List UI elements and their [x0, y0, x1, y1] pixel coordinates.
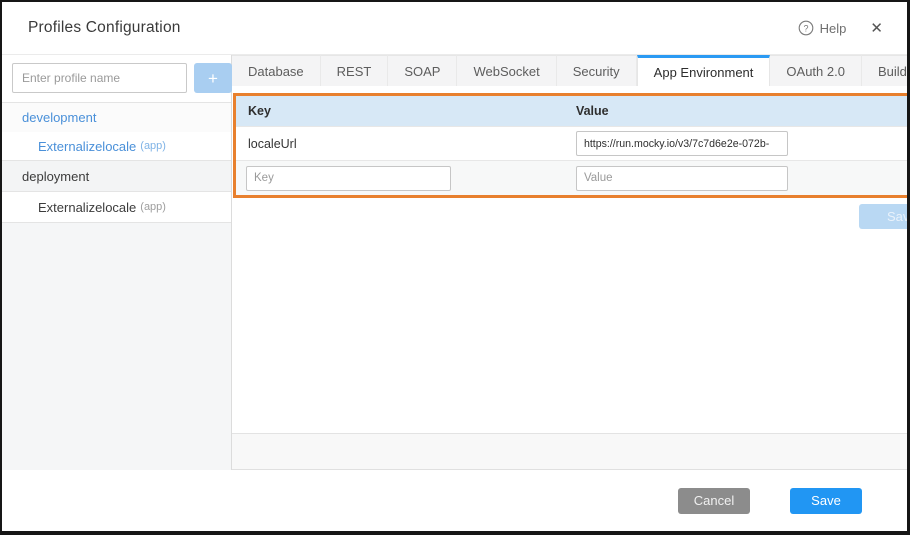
tab-soap[interactable]: SOAP [388, 55, 457, 86]
sidebar-item-development[interactable]: development [2, 102, 231, 132]
app-environment-content: Key Value localeUrl [232, 86, 910, 470]
new-key-input[interactable] [246, 166, 451, 191]
tab-websocket[interactable]: WebSocket [457, 55, 556, 86]
highlight-annotation-box: Key Value localeUrl [233, 93, 910, 198]
app-label: Externalizelocale [38, 139, 136, 154]
profile-name-input[interactable] [12, 63, 187, 93]
new-value-input[interactable] [576, 166, 788, 191]
table-row: localeUrl [236, 126, 910, 160]
help-icon: ? [798, 20, 814, 36]
tab-security[interactable]: Security [557, 55, 637, 86]
tab-oauth[interactable]: OAuth 2.0 [770, 55, 862, 86]
tab-save-button-disabled[interactable]: Save [859, 204, 910, 229]
sidebar-item-externalizelocale-deployment[interactable]: Externalizelocale (app) [2, 192, 231, 223]
page-title: Profiles Configuration [28, 19, 181, 37]
sidebar-item-deployment[interactable]: deployment [2, 161, 231, 192]
key-column-header: Key [236, 104, 576, 118]
new-row: + [236, 160, 910, 195]
tab-build-options[interactable]: Build Options [862, 55, 910, 86]
tab-bar: Database REST SOAP WebSocket Security Ap… [232, 55, 910, 86]
tab-app-environment[interactable]: App Environment [637, 55, 771, 86]
app-suffix: (app) [140, 201, 166, 213]
sidebar-item-externalizelocale-development[interactable]: Externalizelocale (app) [2, 132, 231, 161]
env-key-label: localeUrl [236, 137, 576, 151]
profiles-configuration-dialog: Profiles Configuration ? Help ✕ + develo… [0, 0, 910, 535]
table-header-row: Key Value [236, 96, 910, 126]
dialog-footer: Cancel Save [2, 470, 907, 531]
env-value-input[interactable] [576, 131, 788, 156]
profile-label: deployment [22, 169, 89, 184]
content-footer-strip [232, 433, 910, 470]
close-icon[interactable]: ✕ [870, 21, 883, 36]
app-suffix: (app) [140, 140, 166, 152]
value-column-header: Value [576, 104, 910, 118]
main-panel: Database REST SOAP WebSocket Security Ap… [232, 55, 910, 470]
profiles-sidebar: + development Externalizelocale (app) de… [2, 55, 232, 470]
env-variables-table: Key Value localeUrl [236, 96, 910, 195]
app-label: Externalizelocale [38, 200, 136, 215]
profile-label: development [22, 110, 96, 125]
profile-add-section: + [2, 55, 231, 102]
title-actions: ? Help ✕ [798, 20, 883, 36]
svg-text:?: ? [803, 23, 808, 33]
tab-database[interactable]: Database [232, 55, 321, 86]
save-button[interactable]: Save [790, 488, 862, 514]
help-label: Help [820, 21, 847, 36]
dialog-body: + development Externalizelocale (app) de… [2, 55, 907, 470]
cancel-button[interactable]: Cancel [678, 488, 750, 514]
add-profile-button[interactable]: + [194, 63, 232, 93]
profile-list: development Externalizelocale (app) depl… [2, 102, 231, 223]
tab-rest[interactable]: REST [321, 55, 389, 86]
title-bar: Profiles Configuration ? Help ✕ [2, 2, 907, 55]
inline-save-wrap: Save [233, 198, 910, 229]
help-button[interactable]: ? Help [798, 20, 847, 36]
